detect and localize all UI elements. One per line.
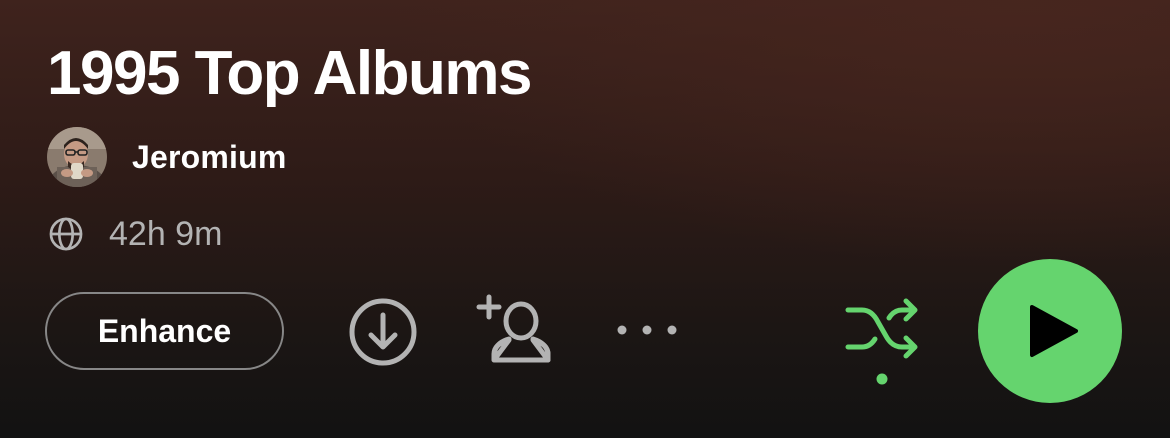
play-button[interactable]: [978, 259, 1122, 403]
playlist-owner[interactable]: Jeromium: [47, 127, 287, 187]
avatar[interactable]: [47, 127, 107, 187]
owner-name[interactable]: Jeromium: [132, 139, 287, 176]
play-icon: [1030, 305, 1078, 357]
add-user-icon[interactable]: [476, 293, 556, 365]
playlist-title: 1995 Top Albums: [47, 39, 532, 108]
more-options-icon[interactable]: [616, 320, 678, 340]
playlist-duration: 42h 9m: [109, 214, 223, 253]
globe-icon: [49, 217, 83, 251]
playlist-meta: 42h 9m: [47, 213, 222, 255]
enhance-button[interactable]: Enhance: [45, 292, 284, 370]
shuffle-icon[interactable]: [842, 296, 922, 388]
download-icon[interactable]: [348, 297, 418, 367]
